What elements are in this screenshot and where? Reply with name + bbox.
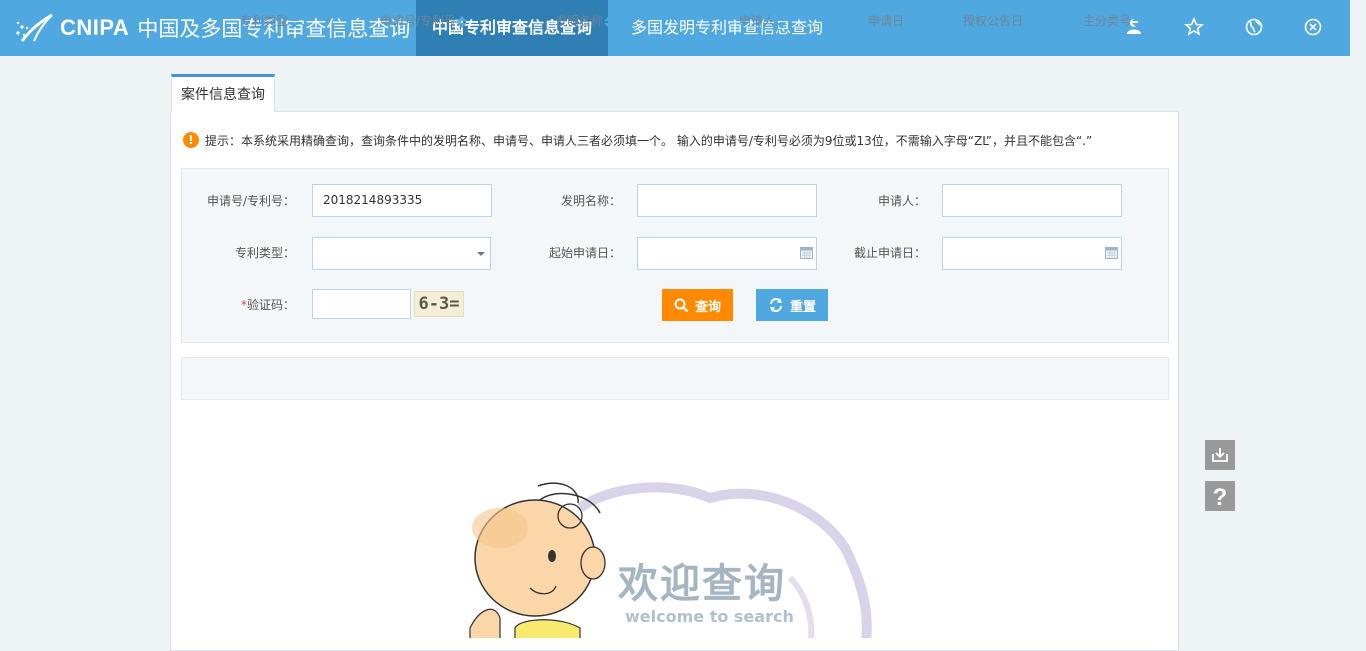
refresh-icon (769, 298, 782, 312)
results-table-header (181, 357, 1169, 400)
search-icon (674, 298, 689, 312)
captcha-label: *验证码： (190, 295, 295, 315)
cnipa-logo-icon (16, 13, 53, 42)
patent-type-label: 专利类型： (234, 246, 295, 260)
reset-button-label: 重置 (789, 299, 816, 315)
sort-icon[interactable] (905, 15, 916, 29)
site-logo[interactable]: CNIPA 中国及多国专利审查信息查询 (14, 10, 410, 46)
sort-icon[interactable] (776, 15, 787, 29)
help-button[interactable]: ? (1205, 481, 1235, 511)
captcha-input[interactable] (312, 289, 411, 319)
applicant-label: 申请人： (877, 194, 926, 208)
svg-text:?: ? (1213, 484, 1228, 511)
column-label: 申请日 (868, 14, 905, 28)
sort-icon[interactable] (1132, 15, 1143, 29)
page-scrollbar[interactable] (1350, 0, 1366, 635)
column-header-invention-name[interactable]: 发明名称 (555, 0, 615, 43)
column-label: 发明名称 (555, 14, 604, 28)
close-icon[interactable] (1303, 17, 1323, 37)
hint-text: 提示：本系统采用精确查询，查询条件中的发明名称、申请号、申请人三者必须填一个。 … (205, 133, 1093, 148)
application-no-label: 申请号/专利号： (206, 194, 295, 208)
calendar-icon[interactable] (1105, 247, 1118, 259)
sort-icon[interactable] (604, 15, 615, 29)
column-label: 申请人 (739, 14, 776, 28)
captcha-image[interactable]: 6-3= (414, 291, 464, 317)
end-date-label: 截止申请日： (853, 246, 926, 260)
welcome-title: 欢迎查询 (618, 561, 786, 607)
column-header-applicant[interactable]: 申请人 (739, 0, 787, 43)
column-label: 主分类号 (1083, 14, 1132, 28)
column-label: 授权公告日 (963, 14, 1024, 28)
sort-icon[interactable] (289, 15, 300, 29)
patent-type-select[interactable] (312, 237, 491, 270)
applicant-input[interactable] (942, 184, 1122, 217)
column-header-application-no[interactable]: 申请号/专利号 (380, 0, 468, 43)
search-button-label: 查询 (694, 299, 721, 315)
download-button[interactable] (1205, 440, 1235, 470)
sort-icon[interactable] (1024, 15, 1035, 29)
warning-icon: ! (183, 132, 199, 148)
start-date-label: 起始申请日： (548, 246, 621, 260)
download-icon (1212, 448, 1228, 462)
chevron-down-icon (477, 252, 485, 256)
globe-icon[interactable] (1244, 17, 1264, 37)
tab-case-info-query[interactable]: 案件信息查询 (171, 74, 275, 112)
star-icon[interactable] (1184, 17, 1204, 37)
column-header-grant-date[interactable]: 授权公告日 (963, 0, 1035, 43)
reset-button[interactable]: 重置 (756, 289, 828, 321)
question-mark-icon: ? (1213, 484, 1228, 511)
calendar-icon[interactable] (800, 247, 813, 259)
column-header-application-date[interactable]: 申请日 (868, 0, 916, 43)
tab-multinational-patent-query[interactable]: 多国发明专利审查信息查询 (615, 0, 839, 56)
column-header-patent-type[interactable]: 专利类型 (240, 0, 300, 43)
start-date-input[interactable] (637, 237, 817, 270)
hint-message: ! 提示：本系统采用精确查询，查询条件中的发明名称、申请号、申请人三者必须填一个… (183, 131, 1092, 149)
search-button[interactable]: 查询 (662, 289, 733, 321)
end-date-input[interactable] (942, 237, 1122, 270)
column-label: 申请号/专利号 (380, 14, 457, 28)
column-label: 专利类型 (240, 14, 289, 28)
captcha-label-text: 验证码： (246, 298, 295, 312)
sort-icon[interactable] (457, 15, 468, 29)
application-no-input[interactable]: 2018214893335 (312, 184, 492, 217)
invention-name-label: 发明名称： (560, 194, 621, 208)
invention-name-input[interactable] (637, 184, 817, 217)
welcome-subtitle: welcome to search (625, 607, 794, 626)
logo-text: CNIPA (60, 15, 130, 40)
column-header-main-class[interactable]: 主分类号 (1083, 0, 1143, 43)
